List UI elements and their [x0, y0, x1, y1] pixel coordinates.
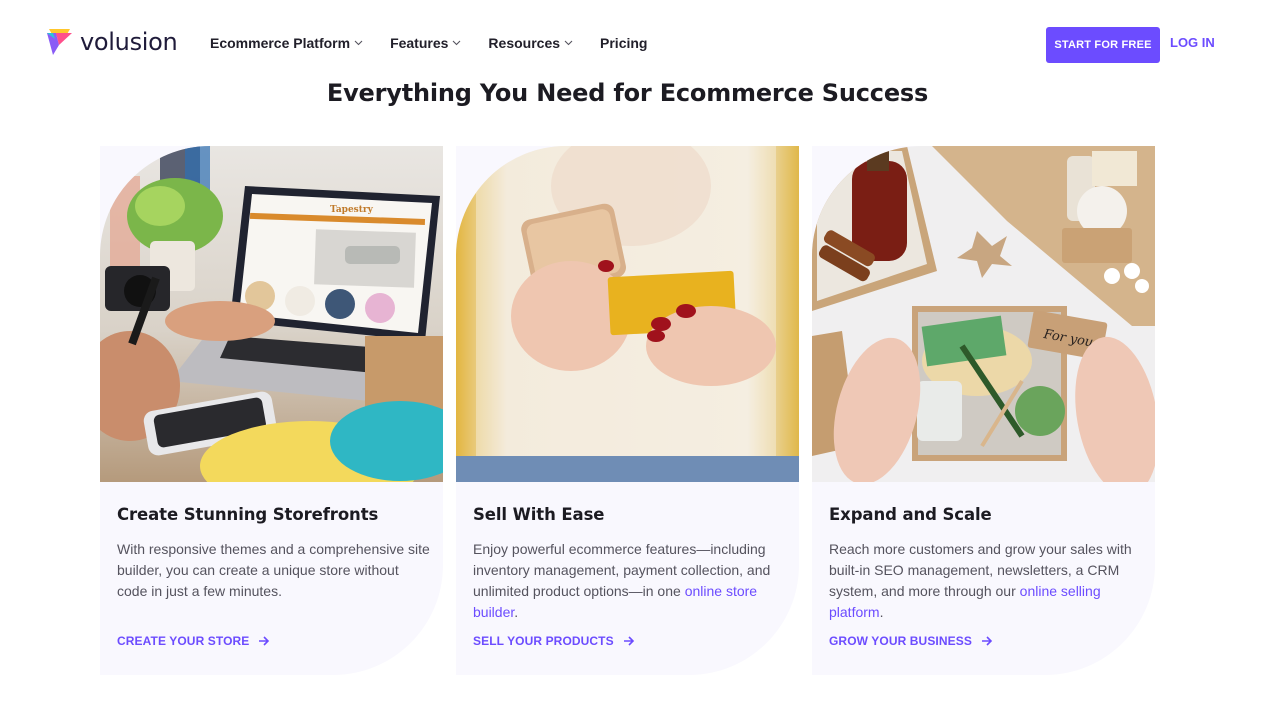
feature-card-storefronts: Tapestry Create Stunning Storefronts Wit…: [100, 146, 443, 675]
card-description-text: With responsive themes and a comprehensi…: [117, 541, 430, 599]
card-title: Sell With Ease: [473, 505, 605, 524]
card-description: Enjoy powerful ecommerce features—includ…: [473, 539, 788, 623]
section-title: Everything You Need for Ecommerce Succes…: [326, 79, 929, 107]
card-description-end: .: [879, 604, 884, 620]
sell-your-products-link[interactable]: SELL YOUR PRODUCTS: [473, 633, 635, 649]
card-title: Create Stunning Storefronts: [117, 505, 379, 524]
arrow-right-icon: [623, 636, 634, 646]
site-header: volusion Ecommerce Platform Features Res…: [0, 0, 1280, 86]
feature-card-sell: Sell With Ease Enjoy powerful ecommerce …: [456, 146, 799, 675]
start-for-free-button[interactable]: START FOR FREE: [1046, 27, 1160, 63]
chevron-down-icon: [564, 40, 573, 46]
card-description-end: .: [514, 604, 519, 620]
nav-label: Features: [390, 35, 449, 51]
card-title: Expand and Scale: [829, 505, 992, 524]
card-link-label: CREATE YOUR STORE: [117, 634, 250, 648]
create-your-store-link[interactable]: CREATE YOUR STORE: [117, 633, 270, 649]
volusion-logo-icon: [47, 29, 72, 55]
feature-card-scale: For you Expand and Scale Reach more cust…: [812, 146, 1155, 675]
svg-text:Tapestry: Tapestry: [330, 205, 374, 215]
laptop-photo-illustration: Tapestry: [100, 146, 443, 482]
card-image[interactable]: Tapestry: [100, 146, 443, 482]
nav-pricing[interactable]: Pricing: [600, 33, 647, 53]
nav-features[interactable]: Features: [390, 33, 461, 53]
chevron-down-icon: [453, 40, 461, 46]
arrow-right-icon: [259, 636, 270, 646]
nav-resources[interactable]: Resources: [488, 33, 573, 53]
nav-label: Ecommerce Platform: [210, 35, 351, 51]
main-nav: Ecommerce Platform Features Resources Pr…: [210, 33, 674, 53]
chevron-down-icon: [354, 40, 363, 46]
nav-label: Pricing: [600, 35, 648, 51]
card-description: With responsive themes and a comprehensi…: [117, 539, 432, 602]
logo-text: volusion: [80, 28, 178, 56]
volusion-logo[interactable]: volusion: [46, 27, 178, 57]
gift-box-photo-illustration: For you: [812, 146, 1155, 482]
card-description: Reach more customers and grow your sales…: [829, 539, 1144, 623]
login-link[interactable]: LOG IN: [1170, 33, 1215, 53]
arrow-right-icon: [981, 636, 993, 646]
card-link-label: GROW YOUR BUSINESS: [829, 634, 972, 648]
nav-ecommerce-platform[interactable]: Ecommerce Platform: [210, 33, 363, 53]
card-image[interactable]: [456, 146, 799, 482]
grow-your-business-link[interactable]: GROW YOUR BUSINESS: [829, 633, 993, 649]
card-image[interactable]: For you: [812, 146, 1155, 482]
credit-card-photo-illustration: [456, 146, 799, 482]
card-link-label: SELL YOUR PRODUCTS: [473, 634, 614, 648]
nav-label: Resources: [488, 35, 561, 51]
